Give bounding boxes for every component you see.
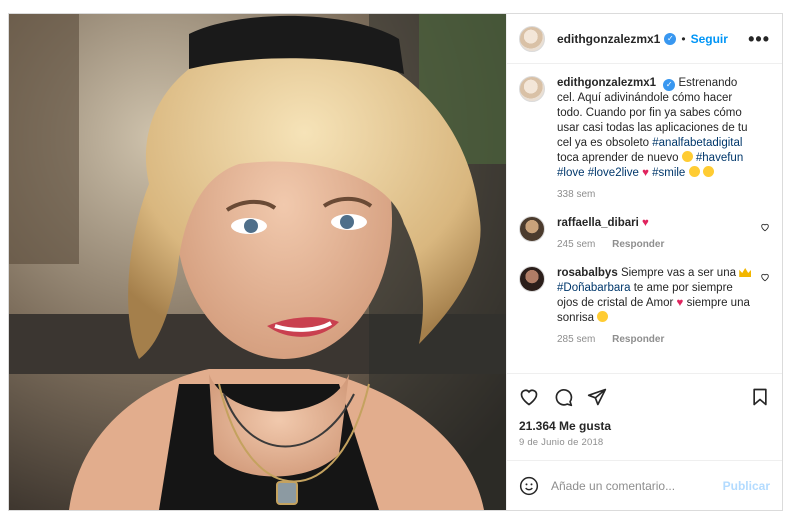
crown-emoji-icon bbox=[739, 268, 752, 277]
heart-emoji-icon: ♥ bbox=[642, 217, 649, 229]
caption-row: edithgonzalezmx1 ✓ Estrenando cel. Aquí … bbox=[519, 76, 770, 202]
comment-input[interactable]: Añade un comentario... bbox=[551, 479, 723, 493]
add-comment-bar: Añade un comentario... Publicar bbox=[507, 460, 782, 510]
caption-username[interactable]: edithgonzalezmx1 bbox=[557, 77, 656, 89]
emoji-icon bbox=[688, 166, 700, 177]
heart-emoji-icon: ♥ bbox=[676, 297, 684, 309]
comment-username[interactable]: raffaella_dibari bbox=[557, 217, 639, 229]
verified-badge-icon: ✓ bbox=[663, 79, 676, 91]
portrait-image bbox=[9, 14, 506, 510]
comments-list[interactable]: edithgonzalezmx1 ✓ Estrenando cel. Aquí … bbox=[507, 64, 782, 373]
reply-button[interactable]: Responder bbox=[612, 239, 664, 250]
emoji-icon bbox=[597, 311, 609, 322]
hashtag-link[interactable]: #smile bbox=[652, 167, 685, 179]
separator-dot: • bbox=[681, 31, 686, 46]
emoji-icon bbox=[702, 166, 714, 177]
more-options-icon[interactable]: ••• bbox=[748, 30, 770, 48]
hashtag-link[interactable]: #analfabetadigital bbox=[652, 137, 742, 149]
timestamp[interactable]: 285 sem bbox=[557, 334, 595, 345]
avatar[interactable] bbox=[519, 25, 545, 52]
comment-username[interactable]: rosabalbys bbox=[557, 267, 618, 279]
like-comment-heart-icon[interactable] bbox=[760, 222, 770, 232]
likes-count[interactable]: 21.364 Me gusta bbox=[507, 419, 782, 433]
instagram-post: edithgonzalezmx1 ✓ • Seguir ••• edithgon… bbox=[8, 13, 783, 511]
post-actions bbox=[507, 373, 782, 419]
publish-button[interactable]: Publicar bbox=[723, 479, 770, 493]
avatar[interactable] bbox=[519, 266, 545, 292]
timestamp[interactable]: 338 sem bbox=[557, 189, 595, 200]
avatar[interactable] bbox=[519, 216, 545, 242]
emoji-icon bbox=[681, 151, 693, 162]
comment-row: raffaella_dibari ♥ 245 sem Responder bbox=[519, 216, 770, 252]
heart-emoji-icon: ♥ bbox=[642, 167, 649, 179]
username[interactable]: edithgonzalezmx1 bbox=[557, 32, 660, 46]
like-heart-icon[interactable] bbox=[519, 387, 539, 407]
reply-button[interactable]: Responder bbox=[612, 334, 664, 345]
save-bookmark-icon[interactable] bbox=[750, 387, 770, 407]
follow-button[interactable]: Seguir bbox=[691, 32, 728, 46]
post-sidebar: edithgonzalezmx1 ✓ • Seguir ••• edithgon… bbox=[506, 14, 782, 510]
comment-bubble-icon[interactable] bbox=[553, 387, 573, 407]
post-photo[interactable] bbox=[9, 14, 506, 510]
timestamp[interactable]: 245 sem bbox=[557, 239, 595, 250]
comment-row: rosabalbys Siempre vas a ser una #Doñaba… bbox=[519, 266, 770, 347]
post-header: edithgonzalezmx1 ✓ • Seguir ••• bbox=[507, 14, 782, 64]
emoji-picker-icon[interactable] bbox=[519, 476, 539, 496]
verified-badge-icon: ✓ bbox=[664, 32, 677, 45]
share-send-icon[interactable] bbox=[587, 387, 607, 407]
hashtag-link[interactable]: #havefun bbox=[696, 152, 743, 164]
hashtag-link[interactable]: #love bbox=[557, 167, 585, 179]
comment-text: Siempre vas a ser una bbox=[620, 267, 736, 279]
avatar[interactable] bbox=[519, 76, 545, 102]
hashtag-link[interactable]: #love2live bbox=[588, 167, 639, 179]
hashtag-link[interactable]: #Doñabarbara bbox=[557, 282, 631, 294]
caption-text: toca aprender de nuevo bbox=[557, 152, 679, 164]
post-date: 9 de Junio de 2018 bbox=[519, 437, 604, 448]
like-comment-heart-icon[interactable] bbox=[760, 272, 770, 282]
